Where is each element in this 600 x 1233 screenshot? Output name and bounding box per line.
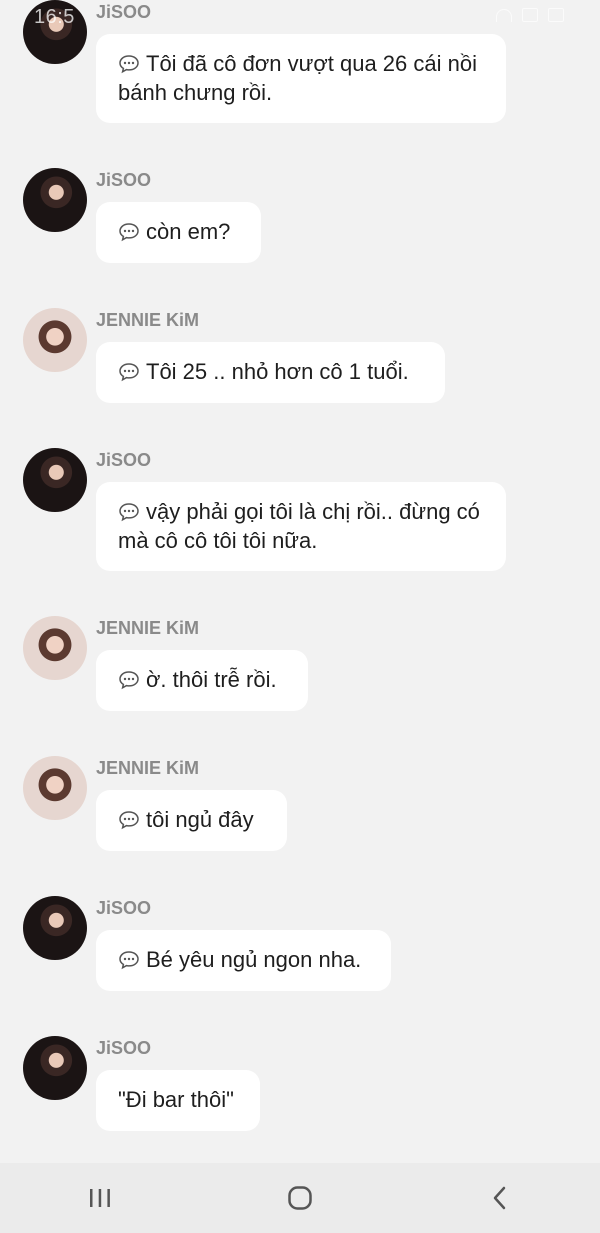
message-bubble[interactable]: Tôi đã cô đơn vượt qua 26 cái nồi bánh c… [96, 34, 506, 123]
chat-bubble-icon [118, 500, 140, 522]
jisoo-avatar[interactable] [23, 1036, 87, 1100]
chat-thread[interactable]: JiSOO Tôi đã cô đơn vượt qua 26 cái nồi … [0, 0, 600, 1163]
navigation-bar [0, 1163, 600, 1233]
message-text: tôi ngủ đây [146, 807, 254, 832]
message-bubble[interactable]: "Đi bar thôi" [96, 1070, 260, 1131]
back-button[interactable] [470, 1168, 530, 1228]
recent-apps-icon [90, 1189, 110, 1207]
home-button[interactable] [270, 1168, 330, 1228]
sender-name: JiSOO [96, 1038, 152, 1058]
message-text: Tôi đã cô đơn vượt qua 26 cái nồi bánh c… [118, 51, 477, 105]
jennie-avatar[interactable] [23, 308, 87, 372]
sender-name: JiSOO [96, 450, 152, 470]
message-bubble[interactable]: ờ. thôi trễ rồi. [96, 650, 308, 711]
chat-bubble-icon [118, 360, 140, 382]
jisoo-avatar[interactable] [23, 896, 87, 960]
chat-bubble-icon [118, 220, 140, 242]
jisoo-avatar[interactable] [23, 0, 87, 64]
message-text: Tôi 25 .. nhỏ hơn cô 1 tuổi. [146, 359, 409, 384]
sender-name: JiSOO [96, 898, 152, 918]
chat-bubble-icon [118, 948, 140, 970]
message-bubble[interactable]: vậy phải gọi tôi là chị rồi.. đừng có mà… [96, 482, 506, 571]
jennie-avatar[interactable] [23, 616, 87, 680]
message-text: còn em? [146, 219, 231, 244]
chat-bubble-icon [118, 808, 140, 830]
message-bubble[interactable]: Tôi 25 .. nhỏ hơn cô 1 tuổi. [96, 342, 445, 403]
jisoo-avatar[interactable] [23, 168, 87, 232]
message-bubble[interactable]: còn em? [96, 202, 261, 263]
jennie-avatar[interactable] [23, 756, 87, 820]
recent-apps-button[interactable] [70, 1168, 130, 1228]
sender-name: JENNIE KiM [96, 758, 200, 778]
sender-name: JiSOO [96, 170, 152, 190]
home-icon [288, 1186, 312, 1210]
back-icon [493, 1186, 506, 1210]
message-bubble[interactable]: tôi ngủ đây [96, 790, 287, 851]
message-bubble[interactable]: Bé yêu ngủ ngon nha. [96, 930, 391, 991]
message-text: ờ. thôi trễ rồi. [146, 667, 277, 692]
chat-bubble-icon [118, 668, 140, 690]
sender-name: JiSOO [96, 2, 152, 22]
message-text: Bé yêu ngủ ngon nha. [146, 947, 362, 972]
jisoo-avatar[interactable] [23, 448, 87, 512]
message-text: "Đi bar thôi" [118, 1087, 234, 1112]
chat-bubble-icon [118, 52, 140, 74]
sender-name: JENNIE KiM [96, 618, 200, 638]
sender-name: JENNIE KiM [96, 310, 200, 330]
message-text: vậy phải gọi tôi là chị rồi.. đừng có mà… [118, 499, 480, 553]
